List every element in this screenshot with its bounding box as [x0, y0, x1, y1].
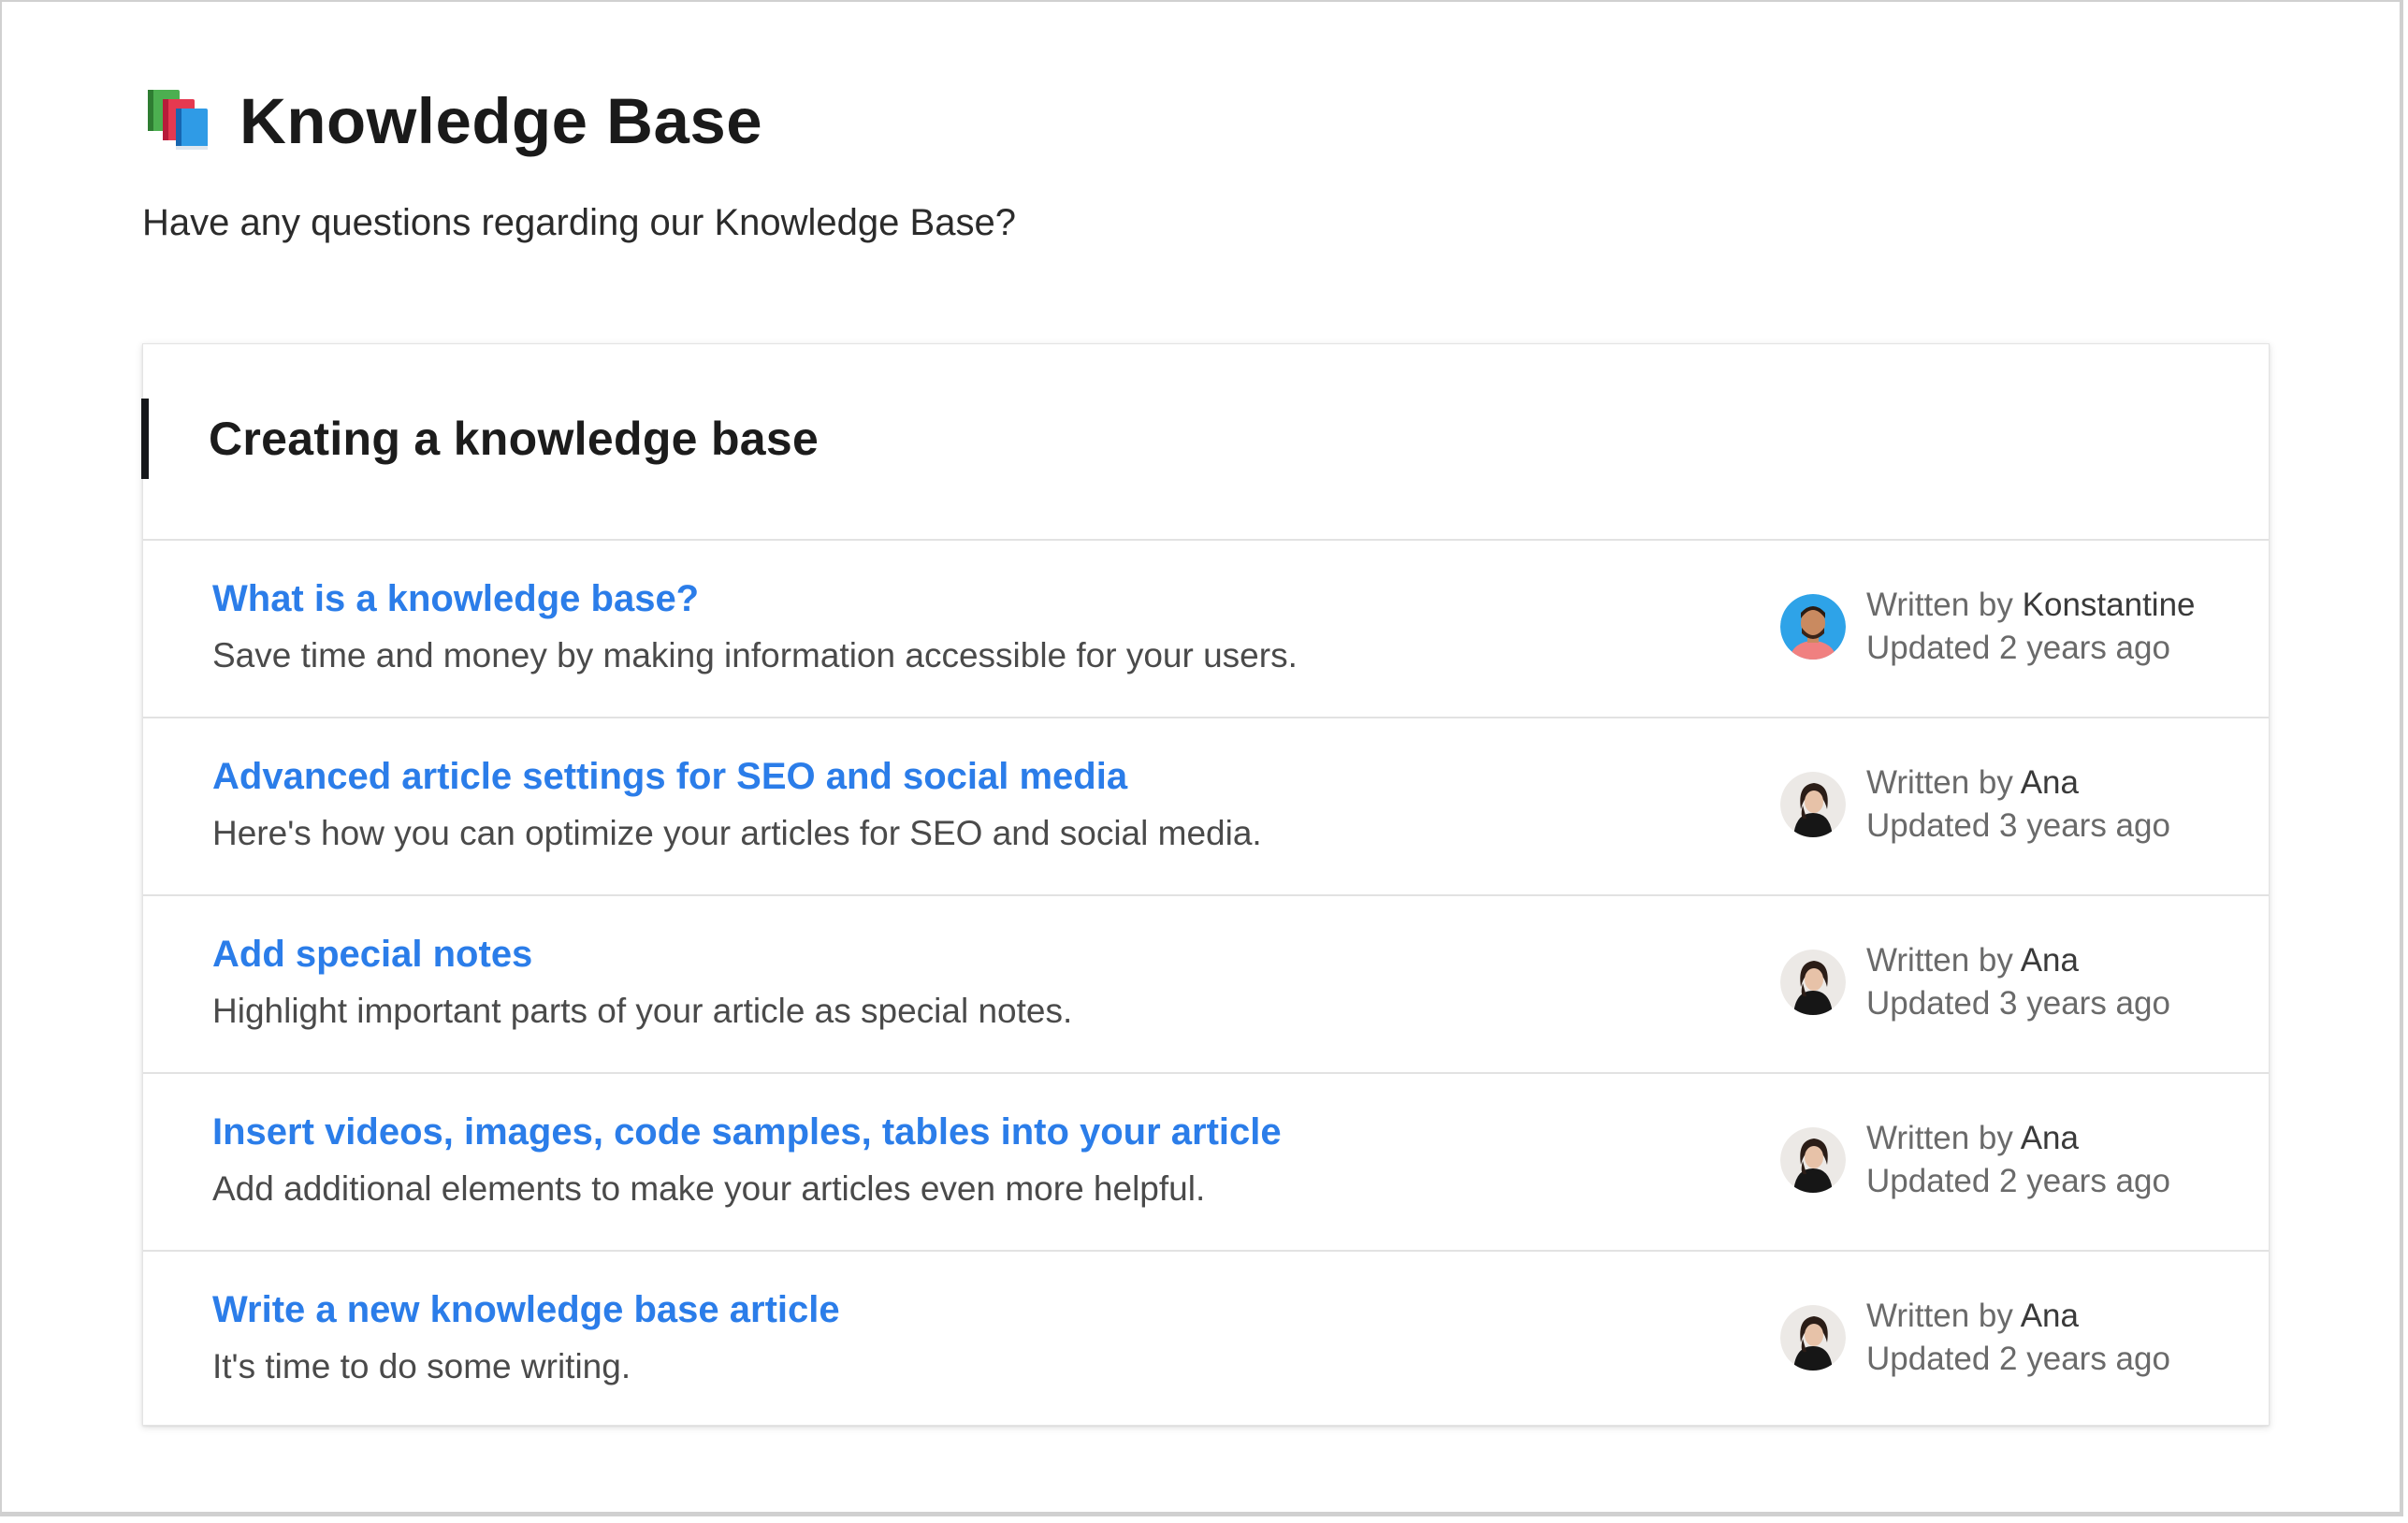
article-row[interactable]: What is a knowledge base? Save time and … — [143, 541, 2269, 718]
article-description: Highlight important parts of your articl… — [212, 992, 1073, 1030]
article-description: Save time and money by making informatio… — [212, 636, 1298, 674]
article-link[interactable]: Write a new knowledge base article — [212, 1284, 840, 1336]
avatar-ana — [1780, 772, 1846, 837]
article-list: What is a knowledge base? Save time and … — [143, 541, 2269, 1429]
article-description: Here's how you can optimize your article… — [212, 814, 1262, 852]
page-subtitle: Have any questions regarding our Knowled… — [142, 202, 1016, 243]
written-by-line: Written by Konstantine — [1866, 584, 2196, 627]
article-meta: Written by Ana Updated 2 years ago — [1780, 1295, 2170, 1381]
article-meta-text: Written by Konstantine Updated 2 years a… — [1866, 584, 2196, 670]
article-meta-text: Written by Ana Updated 3 years ago — [1866, 762, 2170, 848]
page-frame: Knowledge Base Have any questions regard… — [0, 0, 2403, 1516]
written-by-label: Written by — [1866, 1120, 2013, 1156]
section-title: Creating a knowledge base — [209, 413, 820, 465]
updated-time: Updated 3 years ago — [1866, 985, 2170, 1022]
collection-card: Creating a knowledge base What is a know… — [141, 343, 2270, 1429]
written-by-line: Written by Ana — [1866, 1295, 2170, 1338]
section-header: Creating a knowledge base — [141, 344, 2269, 541]
avatar-ana — [1780, 1127, 1846, 1193]
author-name: Ana — [2020, 1120, 2079, 1156]
author-name: Ana — [2020, 764, 2079, 801]
article-meta-text: Written by Ana Updated 2 years ago — [1866, 1117, 2170, 1203]
article-row[interactable]: Advanced article settings for SEO and so… — [143, 718, 2269, 896]
avatar-ana — [1780, 950, 1846, 1015]
updated-time: Updated 2 years ago — [1866, 1163, 2170, 1199]
article-description: It's time to do some writing. — [212, 1347, 631, 1385]
page-title: Knowledge Base — [239, 85, 763, 157]
author-name: Ana — [2020, 1298, 2079, 1334]
article-description: Add additional elements to make your art… — [212, 1169, 1206, 1208]
page-header: Knowledge Base — [142, 84, 762, 159]
written-by-label: Written by — [1866, 1298, 2013, 1334]
written-by-label: Written by — [1866, 942, 2013, 979]
article-meta: Written by Konstantine Updated 2 years a… — [1780, 584, 2196, 670]
article-link[interactable]: Insert videos, images, code samples, tab… — [212, 1106, 1282, 1158]
article-meta: Written by Ana Updated 2 years ago — [1780, 1117, 2170, 1203]
written-by-line: Written by Ana — [1866, 1117, 2170, 1160]
article-row[interactable]: Insert videos, images, code samples, tab… — [143, 1074, 2269, 1252]
author-name: Konstantine — [2022, 587, 2196, 623]
written-by-label: Written by — [1866, 587, 2013, 623]
article-meta-text: Written by Ana Updated 2 years ago — [1866, 1295, 2170, 1381]
author-name: Ana — [2020, 942, 2079, 979]
updated-time: Updated 2 years ago — [1866, 1341, 2170, 1377]
updated-time: Updated 2 years ago — [1866, 630, 2170, 666]
books-icon — [148, 90, 208, 150]
avatar-ana — [1780, 1305, 1846, 1371]
article-meta: Written by Ana Updated 3 years ago — [1780, 939, 2170, 1025]
written-by-label: Written by — [1866, 764, 2013, 801]
article-link[interactable]: Advanced article settings for SEO and so… — [212, 750, 1127, 803]
article-link[interactable]: Add special notes — [212, 928, 532, 980]
updated-time: Updated 3 years ago — [1866, 807, 2170, 844]
article-link[interactable]: What is a knowledge base? — [212, 573, 699, 625]
article-meta: Written by Ana Updated 3 years ago — [1780, 762, 2170, 848]
article-meta-text: Written by Ana Updated 3 years ago — [1866, 939, 2170, 1025]
section-accent-bar — [141, 399, 149, 479]
article-row[interactable]: Write a new knowledge base article It's … — [143, 1252, 2269, 1429]
avatar-konstantine — [1780, 594, 1846, 660]
written-by-line: Written by Ana — [1866, 762, 2170, 805]
article-row[interactable]: Add special notes Highlight important pa… — [143, 896, 2269, 1074]
written-by-line: Written by Ana — [1866, 939, 2170, 982]
